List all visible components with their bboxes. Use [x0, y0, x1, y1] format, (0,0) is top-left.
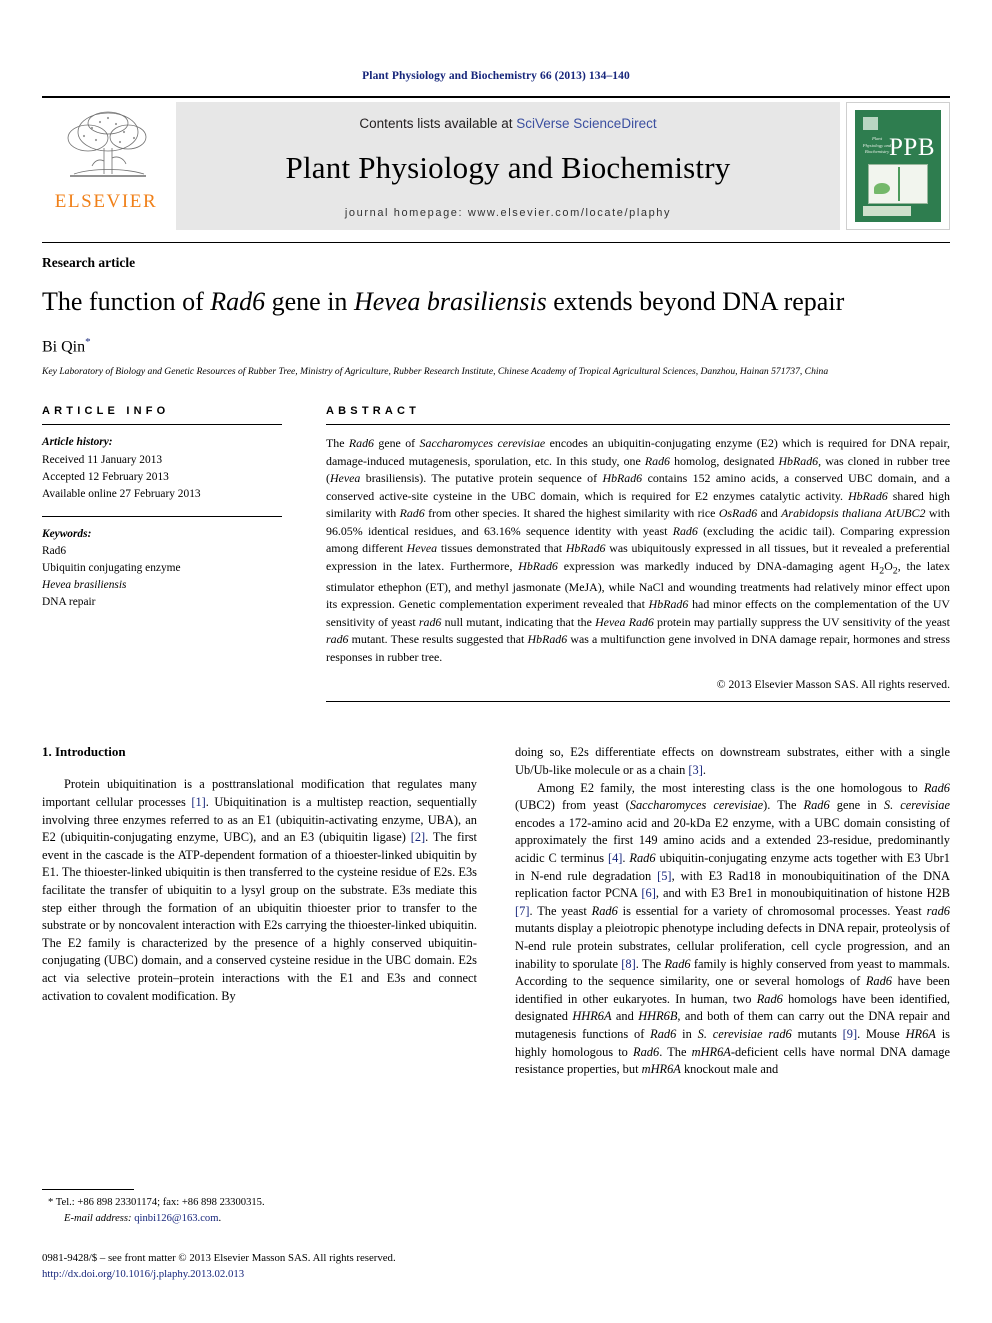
keywords-rule [42, 516, 282, 517]
abstract-heading: ABSTRACT [326, 405, 950, 417]
paragraph: Among E2 family, the most interesting cl… [515, 780, 950, 1079]
keyword-item: Rad6 [42, 543, 282, 560]
page-title: The function of Rad6 gene in Hevea brasi… [42, 287, 950, 318]
journal-band: Contents lists available at SciVerse Sci… [176, 102, 840, 230]
abstract-copyright: © 2013 Elsevier Masson SAS. All rights r… [326, 678, 950, 691]
journal-masthead: ELSEVIER Contents lists available at Sci… [42, 96, 950, 236]
author-name: Bi Qin [42, 338, 85, 355]
article-history-received: Received 11 January 2013 [42, 452, 282, 469]
article-info-heading: ARTICLE INFO [42, 405, 282, 417]
contents-prefix: Contents lists available at [359, 116, 516, 131]
paragraph-continuation: doing so, E2s differentiate effects on d… [515, 744, 950, 779]
issn-line: 0981-9428/$ – see front matter © 2013 El… [42, 1250, 472, 1267]
title-seg-2: gene in [265, 287, 354, 316]
journal-cover-thumbnail: Plant Physiology and Biochemistry PPB [846, 102, 950, 230]
journal-title: Plant Physiology and Biochemistry [286, 150, 731, 186]
paragraph: Protein ubiquitination is a posttranslat… [42, 776, 477, 1005]
sciencedirect-link[interactable]: SciVerse ScienceDirect [516, 116, 656, 131]
author-affiliation: Key Laboratory of Biology and Genetic Re… [42, 365, 947, 379]
article-page: Plant Physiology and Biochemistry 66 (20… [0, 0, 992, 1323]
cover-elsevier-mark-icon [863, 117, 878, 130]
keyword-item: DNA repair [42, 594, 282, 611]
doi-link[interactable]: http://dx.doi.org/10.1016/j.plaphy.2013.… [42, 1266, 472, 1283]
author-list: Bi Qin* [42, 336, 950, 356]
body-column-right: doing so, E2s differentiate effects on d… [515, 744, 950, 1079]
cover-journal-title: Plant Physiology and Biochemistry [862, 136, 892, 156]
footnote-block: * Tel.: +86 898 23301174; fax: +86 898 2… [42, 1189, 472, 1283]
section-heading-introduction: 1. Introduction [42, 744, 477, 760]
cover-figure-graphic [868, 164, 928, 204]
elsevier-tree-icon [52, 106, 160, 190]
elsevier-wordmark: ELSEVIER [55, 191, 158, 213]
contents-lists-line: Contents lists available at SciVerse Sci… [359, 116, 656, 131]
abstract-text: The Rad6 gene of Saccharomyces cerevisia… [326, 435, 950, 666]
journal-homepage-link[interactable]: journal homepage: www.elsevier.com/locat… [345, 207, 671, 219]
running-head: Plant Physiology and Biochemistry 66 (20… [42, 0, 950, 82]
body-column-left: 1. Introduction Protein ubiquitination i… [42, 744, 477, 1079]
abstract-rule [326, 424, 950, 425]
footnote-marker: * [48, 1197, 53, 1208]
info-abstract-block: ARTICLE INFO Article history: Received 1… [42, 405, 950, 702]
author-email-link[interactable]: qinbi126@163.com [134, 1213, 218, 1224]
masthead-bottom-rule [42, 242, 950, 243]
article-history-group: Article history: Received 11 January 201… [42, 434, 282, 502]
article-info-rule [42, 424, 282, 425]
article-history-accepted: Accepted 12 February 2013 [42, 469, 282, 486]
cover-acronym: PPB [889, 134, 935, 162]
elsevier-logo: ELSEVIER [42, 98, 170, 236]
article-info-column: ARTICLE INFO Article history: Received 1… [42, 405, 282, 702]
abstract-bottom-rule [326, 701, 950, 702]
title-seg-3: extends beyond DNA repair [547, 287, 844, 316]
article-type-label: Research article [42, 255, 950, 271]
article-history-label: Article history: [42, 434, 282, 451]
cover-footer-bar [863, 206, 911, 216]
article-history-online: Available online 27 February 2013 [42, 486, 282, 503]
author-footnote-marker[interactable]: * [85, 336, 91, 348]
keywords-label: Keywords: [42, 526, 282, 543]
keywords-group: Keywords: Rad6 Ubiquitin conjugating enz… [42, 526, 282, 612]
footnote-contact-text: Tel.: +86 898 23301174; fax: +86 898 233… [56, 1197, 265, 1208]
footnote-rule [42, 1189, 134, 1190]
abstract-column: ABSTRACT The Rad6 gene of Saccharomyces … [326, 405, 950, 702]
article-body: 1. Introduction Protein ubiquitination i… [42, 744, 950, 1079]
title-seg-1: The function of [42, 287, 210, 316]
keyword-item: Ubiquitin conjugating enzyme [42, 560, 282, 577]
footnote-contact: * Tel.: +86 898 23301174; fax: +86 898 2… [42, 1195, 472, 1211]
footnote-email-line: E-mail address: qinbi126@163.com. [42, 1211, 472, 1227]
keyword-item: Hevea brasiliensis [42, 577, 282, 594]
title-gene-name: Rad6 [210, 287, 265, 316]
title-species-name: Hevea brasiliensis [354, 287, 547, 316]
issn-copyright-block: 0981-9428/$ – see front matter © 2013 El… [42, 1250, 472, 1283]
email-label: E-mail address: [64, 1213, 132, 1224]
